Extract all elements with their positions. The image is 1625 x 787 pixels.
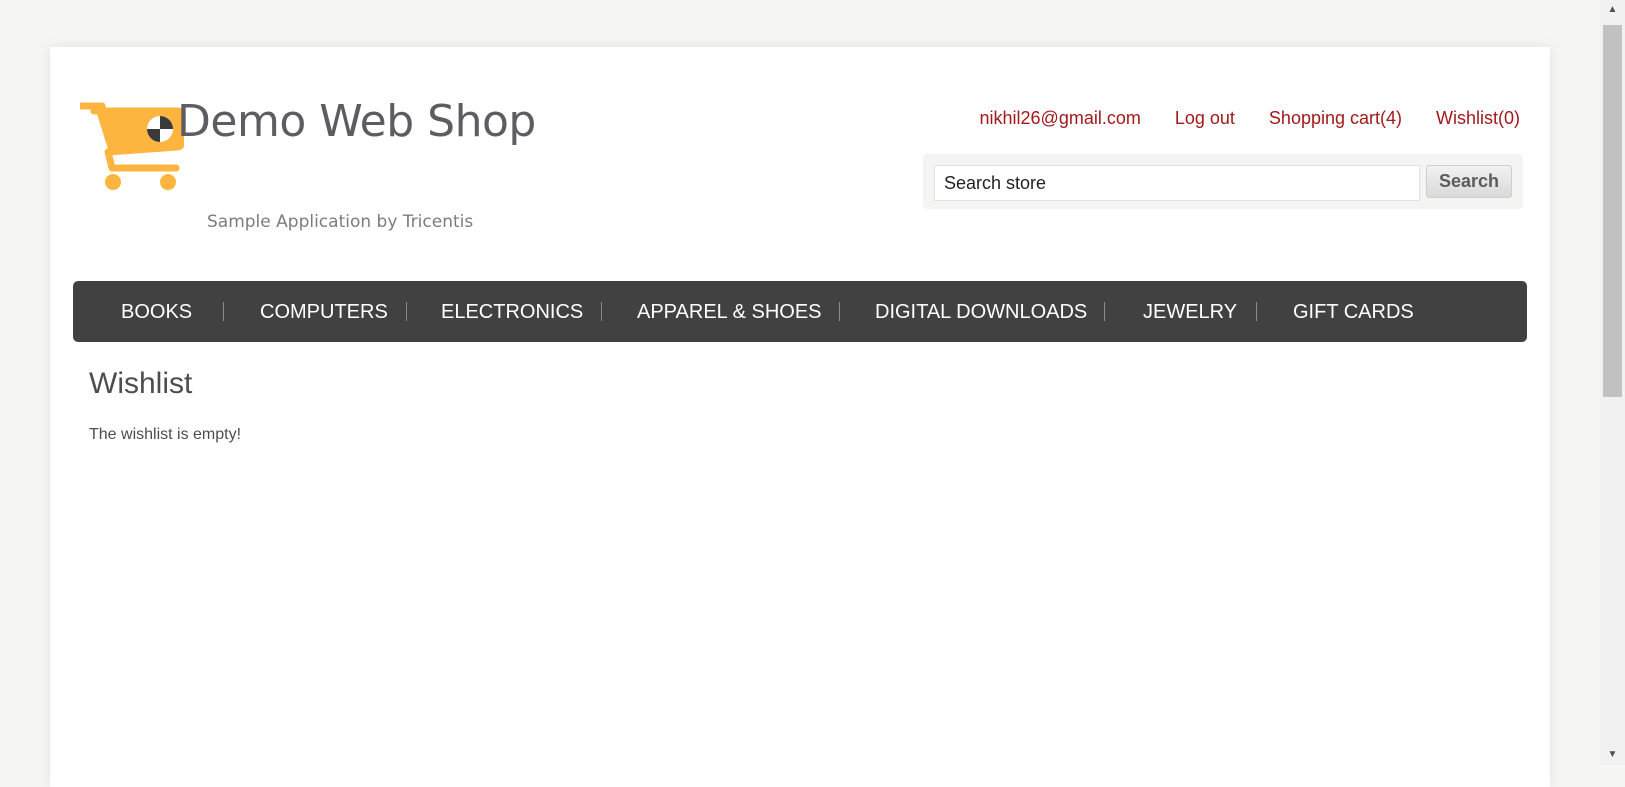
header-links: nikhil26@gmail.com Log out Shopping cart… [946,108,1520,129]
wishlist-empty-message: The wishlist is empty! [89,426,242,443]
search-button[interactable]: Search [1426,165,1512,198]
scroll-down-arrow-icon[interactable]: ▼ [1600,745,1625,765]
menu-separator [406,302,407,321]
logout-link[interactable]: Log out [1175,108,1235,129]
store-title[interactable]: Demo Web Shop [177,100,536,144]
shopping-cart-link[interactable]: Shopping cart(4) [1269,108,1402,129]
scrollbar-thumb[interactable] [1603,25,1622,397]
menu-item-books[interactable]: BOOKS [121,281,192,342]
account-link[interactable]: nikhil26@gmail.com [980,108,1141,129]
menu-item-electronics[interactable]: ELECTRONICS [441,281,583,342]
menu-separator [223,302,224,321]
scroll-up-arrow-icon[interactable]: ▲ [1600,0,1625,20]
search-box: Search [923,154,1523,209]
top-menu: BOOKS COMPUTERS ELECTRONICS APPAREL & SH… [73,281,1527,342]
menu-separator [1256,302,1257,321]
menu-item-jewelry[interactable]: JEWELRY [1143,281,1237,342]
menu-item-gift-cards[interactable]: GIFT CARDS [1293,281,1414,342]
menu-separator [839,302,840,321]
menu-separator [601,302,602,321]
shopping-cart-icon [80,102,184,190]
page-container: Demo Web Shop Sample Application by Tric… [50,47,1550,787]
menu-item-apparel-shoes[interactable]: APPAREL & SHOES [637,281,822,342]
vertical-scrollbar[interactable]: ▲ ▼ [1600,0,1625,765]
menu-item-digital-downloads[interactable]: DIGITAL DOWNLOADS [875,281,1087,342]
page-title: Wishlist [89,367,193,400]
store-subtitle: Sample Application by Tricentis [207,212,474,232]
search-input[interactable] [934,165,1420,201]
menu-separator [1104,302,1105,321]
menu-item-computers[interactable]: COMPUTERS [260,281,388,342]
wishlist-link[interactable]: Wishlist(0) [1436,108,1520,129]
